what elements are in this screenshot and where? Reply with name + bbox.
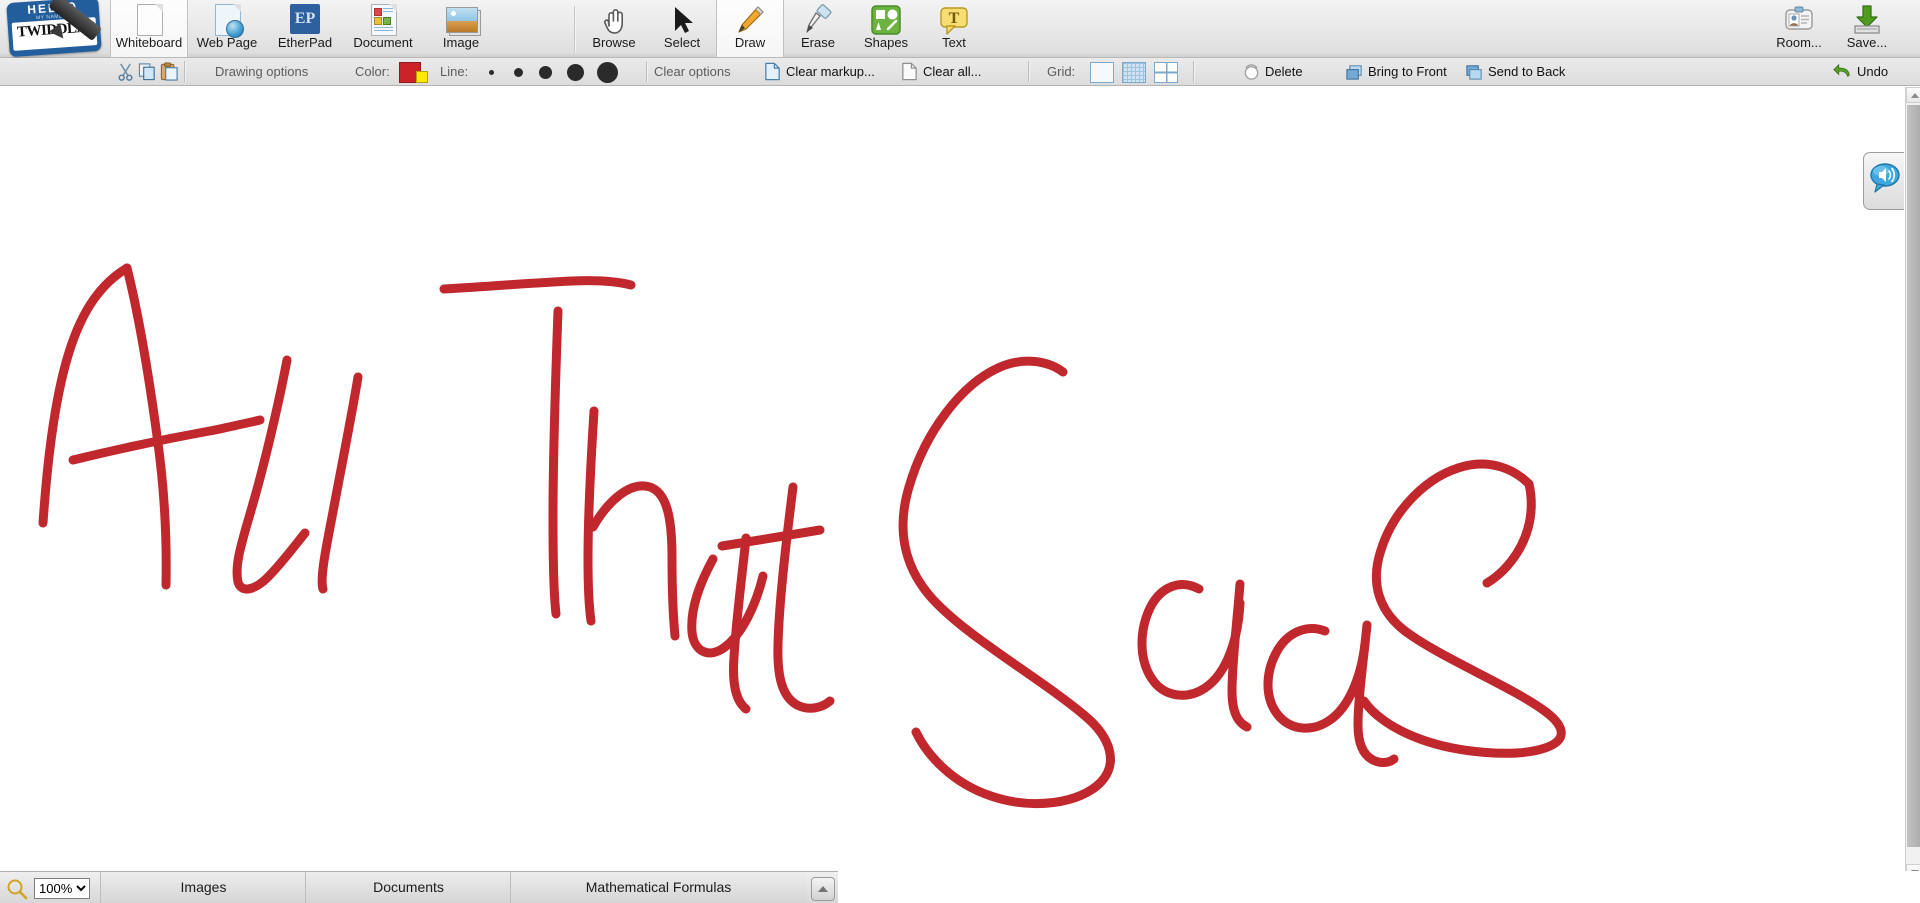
color-swatch-secondary[interactable]: [416, 71, 428, 83]
tool-shapes[interactable]: Shapes: [852, 0, 920, 57]
hand-icon: [580, 0, 648, 36]
bottom-empty-area: [838, 871, 1920, 903]
text-bubble-icon: T: [920, 0, 988, 36]
clear-markup-button[interactable]: Clear markup...: [786, 58, 875, 85]
tab-etherpad-label: EtherPad: [266, 36, 344, 50]
whiteboard-canvas[interactable]: [0, 87, 1905, 880]
tool-select-label: Select: [648, 36, 716, 50]
paste-icon[interactable]: [160, 62, 179, 81]
canvas-vertical-scrollbar[interactable]: [1905, 87, 1920, 880]
clear-all-icon[interactable]: [900, 62, 919, 81]
zoom-level-select[interactable]: 50%75%100%150%200%: [34, 878, 90, 899]
tool-erase-label: Erase: [784, 36, 852, 50]
options-toolbar: Drawing options Color: Line: Clear optio…: [0, 58, 1920, 86]
pencil-icon: [717, 0, 783, 36]
tab-whiteboard-label: Whiteboard: [111, 36, 187, 50]
tab-document-label: Document: [344, 36, 422, 50]
button-room[interactable]: Room...: [1765, 0, 1833, 57]
tool-shapes-label: Shapes: [852, 36, 920, 50]
right-tool-group: Room... Save...: [1765, 0, 1901, 57]
button-save[interactable]: Save...: [1833, 0, 1901, 57]
tab-whiteboard[interactable]: Whiteboard: [110, 0, 188, 57]
grid-option-none[interactable]: [1090, 62, 1114, 83]
line-label: Line:: [440, 58, 468, 85]
bring-to-front-button[interactable]: Bring to Front: [1368, 58, 1447, 85]
tool-browse-label: Browse: [580, 36, 648, 50]
grid-option-fine[interactable]: [1122, 62, 1146, 83]
drawing-options-label: Drawing options: [215, 58, 308, 85]
clear-options-label: Clear options: [654, 58, 731, 85]
delete-button[interactable]: Delete: [1265, 58, 1303, 85]
cut-icon[interactable]: [116, 62, 135, 81]
tool-text[interactable]: T Text: [920, 0, 988, 57]
audio-speech-bubble-icon: [1864, 153, 1904, 209]
toolbar-divider-1: [574, 6, 575, 52]
tab-document[interactable]: Document: [344, 0, 422, 57]
bottom-tab-documents[interactable]: Documents: [305, 872, 511, 903]
delete-icon[interactable]: [1242, 62, 1261, 81]
options-divider-3: [1028, 61, 1029, 82]
eraser-icon: [784, 0, 852, 36]
bring-to-front-icon[interactable]: [1345, 62, 1364, 81]
line-size-3[interactable]: [539, 66, 552, 79]
insert-tool-group: Whiteboard Web Page EP EtherPad: [110, 0, 500, 57]
twiddla-logo[interactable]: HELLO MY NAME IS TWIDDLA:: [2, 0, 110, 60]
line-size-group: [480, 58, 622, 85]
tab-image-label: Image: [422, 36, 500, 50]
twiddla-app: HELLO MY NAME IS TWIDDLA: Whiteboard: [0, 0, 1920, 903]
tab-etherpad[interactable]: EP EtherPad: [266, 0, 344, 57]
options-divider-2: [646, 61, 647, 82]
clear-markup-icon[interactable]: [763, 62, 782, 81]
room-badge-icon: [1765, 0, 1833, 36]
options-divider-4: [1193, 61, 1194, 82]
line-size-5[interactable]: [597, 62, 618, 83]
tool-draw[interactable]: Draw: [716, 0, 784, 57]
etherpad-icon: EP: [266, 0, 344, 36]
image-icon: [422, 0, 500, 36]
tab-image[interactable]: Image: [422, 0, 500, 57]
button-room-label: Room...: [1765, 36, 1833, 50]
scroll-up-button[interactable]: [1906, 87, 1920, 103]
tool-erase[interactable]: Erase: [784, 0, 852, 57]
handwriting-drawing: [0, 87, 1905, 880]
magnifier-icon[interactable]: [6, 878, 28, 900]
grid-option-quad[interactable]: [1154, 62, 1178, 83]
color-label: Color:: [355, 58, 390, 85]
save-download-icon: [1833, 0, 1901, 36]
copy-icon[interactable]: [138, 62, 157, 81]
svg-text:T: T: [949, 10, 960, 27]
line-size-4[interactable]: [567, 64, 584, 81]
mode-tool-group: Browse Select: [580, 0, 988, 57]
send-to-back-icon[interactable]: [1465, 62, 1484, 81]
bottom-tab-images[interactable]: Images: [100, 872, 306, 903]
button-save-label: Save...: [1833, 36, 1901, 50]
whiteboard-doc-icon: [111, 0, 187, 36]
clear-all-button[interactable]: Clear all...: [923, 58, 982, 85]
document-multi-icon: [344, 0, 422, 36]
web-page-icon: [188, 0, 266, 36]
cursor-arrow-icon: [648, 0, 716, 36]
main-toolbar: HELLO MY NAME IS TWIDDLA: Whiteboard: [0, 0, 1920, 58]
bottom-collapse-button[interactable]: [811, 877, 835, 901]
grid-label: Grid:: [1047, 58, 1075, 85]
bottom-tab-math-formulas[interactable]: Mathematical Formulas: [510, 872, 806, 903]
tab-web-page[interactable]: Web Page: [188, 0, 266, 57]
tool-browse[interactable]: Browse: [580, 0, 648, 57]
tool-draw-label: Draw: [717, 36, 783, 50]
tool-select[interactable]: Select: [648, 0, 716, 57]
send-to-back-button[interactable]: Send to Back: [1488, 58, 1565, 85]
undo-button[interactable]: Undo: [1857, 58, 1888, 85]
undo-arrow-icon[interactable]: [1833, 62, 1852, 81]
tab-web-page-label: Web Page: [188, 36, 266, 50]
tool-text-label: Text: [920, 36, 988, 50]
bottom-toolbar: 50%75%100%150%200% Images Documents Math…: [0, 871, 838, 903]
scroll-thumb[interactable]: [1907, 105, 1920, 847]
shapes-icon: [852, 0, 920, 36]
audio-chat-tab[interactable]: [1863, 152, 1904, 210]
line-size-2[interactable]: [514, 68, 523, 77]
options-divider-1: [184, 61, 185, 82]
line-size-1[interactable]: [489, 70, 494, 75]
